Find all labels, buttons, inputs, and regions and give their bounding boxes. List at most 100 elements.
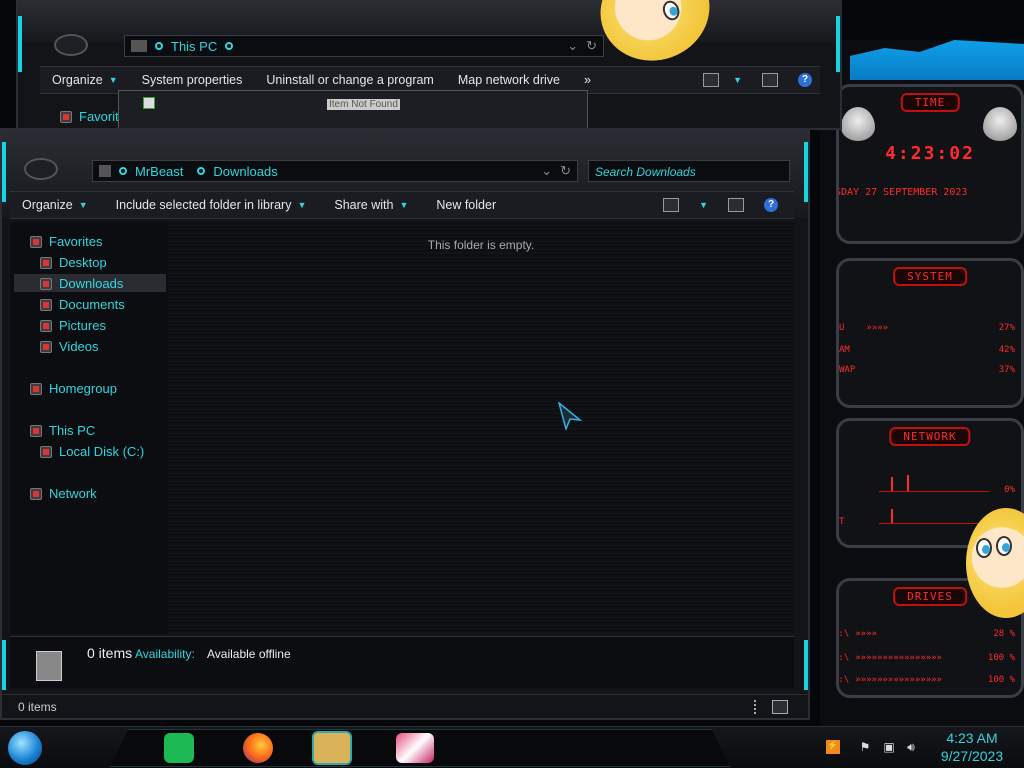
nav-homegroup[interactable]: Homegroup — [30, 381, 117, 396]
window-logo-icon — [54, 34, 88, 56]
system-widget-title: SYSTEM — [893, 267, 967, 286]
new-folder-button[interactable]: New folder — [420, 198, 508, 212]
computer-icon — [131, 40, 147, 52]
search-input[interactable]: Search Downloads — [588, 160, 790, 182]
hard-drive-icon — [40, 445, 52, 458]
include-in-library-button[interactable]: Include selected folder in library ▼ — [100, 198, 319, 212]
file-explorer-icon[interactable] — [312, 731, 352, 765]
alien-logo-icon — [841, 107, 875, 141]
nav-local-disk[interactable]: Local Disk (C:) — [40, 444, 144, 459]
chevron-down-icon: ▼ — [108, 75, 118, 85]
network-widget-title: NETWORK — [889, 427, 971, 446]
tray-app-icon[interactable]: ⚡ — [826, 740, 840, 754]
folder-thumbnail-icon — [36, 651, 62, 681]
refresh-icon[interactable]: ↻ — [560, 163, 571, 179]
details-pane: 0 items Availability: Available offline — [10, 636, 794, 688]
help-icon[interactable]: ? — [798, 73, 812, 87]
nav-downloads[interactable]: Downloads — [40, 276, 123, 291]
view-options-icon[interactable] — [663, 198, 680, 212]
breadcrumb-mrbeast[interactable]: MrBeast — [135, 164, 183, 179]
taskbar: ⚡ ⚑ ▣ 🔊︎ 4:23 AM 9/27/2023 — [0, 726, 1024, 768]
drives-widget-title: DRIVES — [893, 587, 967, 606]
availability-label: Availability: — [135, 647, 195, 661]
window-accent — [804, 142, 808, 202]
nav-desktop[interactable]: Desktop — [40, 255, 107, 270]
view-options-icon[interactable] — [703, 73, 720, 87]
computer-icon — [30, 424, 42, 437]
refresh-icon[interactable]: ↻ — [586, 38, 597, 54]
command-bar: Organize ▼ Include selected folder in lib… — [10, 191, 794, 219]
large-icons-view-icon[interactable] — [772, 700, 788, 714]
chevron-down-icon[interactable]: ▼ — [733, 75, 742, 85]
downloads-window: MrBeast Downloads ⌄ ↻ Search Downloads O… — [0, 128, 810, 720]
more-commands-button[interactable]: » — [572, 73, 603, 87]
breadcrumb-this-pc[interactable]: This PC — [171, 39, 217, 54]
file-list-area[interactable]: This folder is empty. — [168, 222, 794, 634]
navigation-pane: Favorites Desktop Downloads Documents Pi… — [10, 222, 168, 634]
chevron-down-icon[interactable]: ⌄ — [541, 163, 552, 179]
media-app-icon[interactable] — [396, 733, 434, 763]
system-row: WAP 37% — [839, 365, 1015, 375]
taskbar-clock[interactable]: 4:23 AM 9/27/2023 — [930, 729, 1014, 765]
character-eye — [660, 0, 683, 23]
preview-pane-icon[interactable] — [762, 73, 778, 87]
uninstall-program-button[interactable]: Uninstall or change a program — [254, 73, 445, 87]
start-button[interactable] — [8, 731, 42, 765]
breadcrumb-downloads[interactable]: Downloads — [213, 164, 277, 179]
system-widget: SYSTEM U»»»» 27% AM 42% WAP 37% — [836, 258, 1024, 408]
chevron-down-icon[interactable]: ⌄ — [567, 38, 578, 54]
volume-icon[interactable]: 🔊︎ — [904, 740, 918, 754]
homegroup-icon — [30, 382, 42, 395]
widget-date: SDAY 27 SEPTEMBER 2023 — [836, 187, 968, 198]
star-icon — [30, 235, 42, 248]
chevron-down-icon: ▼ — [297, 200, 307, 210]
details-view-icon[interactable] — [754, 700, 758, 714]
nav-favorites[interactable]: Favorites — [30, 234, 102, 249]
nav-pictures[interactable]: Pictures — [40, 318, 106, 333]
map-network-drive-button[interactable]: Map network drive — [446, 73, 572, 87]
nav-this-pc[interactable]: This PC — [30, 423, 95, 438]
character-eye — [976, 538, 992, 558]
widget-clock: 4:23:02 — [885, 143, 975, 164]
empty-folder-message: This folder is empty. — [427, 238, 535, 252]
chevron-down-icon: ▼ — [78, 200, 88, 210]
preview-pane-icon[interactable] — [728, 198, 744, 212]
video-icon — [40, 340, 52, 353]
star-icon — [60, 110, 72, 123]
download-icon — [40, 277, 52, 290]
time-widget: TIME 4:23:02 SDAY 27 SEPTEMBER 2023 — [836, 84, 1024, 244]
document-icon — [40, 298, 52, 311]
firefox-icon[interactable] — [243, 733, 273, 763]
desktop-icon — [40, 256, 52, 269]
details-item-count: 0 items — [87, 645, 133, 661]
window-logo-icon — [24, 158, 58, 180]
nav-documents[interactable]: Documents — [40, 297, 125, 312]
network-status-icon[interactable]: ▣ — [882, 740, 896, 754]
system-properties-button[interactable]: System properties — [130, 73, 255, 87]
nav-videos[interactable]: Videos — [40, 339, 99, 354]
address-bar[interactable]: This PC ⌄ ↻ — [124, 35, 604, 57]
nav-network[interactable]: Network — [30, 486, 97, 501]
chevron-down-icon[interactable]: ▼ — [699, 200, 708, 210]
character-eye — [996, 536, 1012, 556]
status-item-count: 0 items — [18, 700, 57, 714]
address-bar[interactable]: MrBeast Downloads ⌄ ↻ — [92, 160, 578, 182]
taskbar-date: 9/27/2023 — [940, 748, 1004, 764]
organize-button[interactable]: Organize ▼ — [40, 73, 130, 87]
window-accent — [18, 16, 22, 72]
item-not-found-text: Item Not Found — [327, 99, 400, 110]
help-icon[interactable]: ? — [764, 198, 778, 212]
mouse-cursor-icon — [558, 402, 582, 430]
window-accent — [2, 640, 6, 690]
availability-value: Available offline — [207, 647, 291, 661]
taskbar-time: 4:23 AM — [946, 730, 998, 746]
drive-row: C:\»»»»28 % — [838, 629, 1015, 639]
organize-button[interactable]: Organize ▼ — [10, 198, 100, 212]
share-with-button[interactable]: Share with ▼ — [318, 198, 420, 212]
desktop: TIME 4:23:02 SDAY 27 SEPTEMBER 2023 SYST… — [0, 0, 1024, 768]
drive-row: F:\»»»»»»»»»»»»»»»»100 % — [838, 653, 1015, 663]
notes-app-icon[interactable] — [164, 733, 194, 763]
action-center-flag-icon[interactable]: ⚑ — [858, 740, 872, 754]
system-row: AM 42% — [839, 345, 1015, 355]
nav-favorites[interactable]: Favorit — [60, 109, 119, 124]
